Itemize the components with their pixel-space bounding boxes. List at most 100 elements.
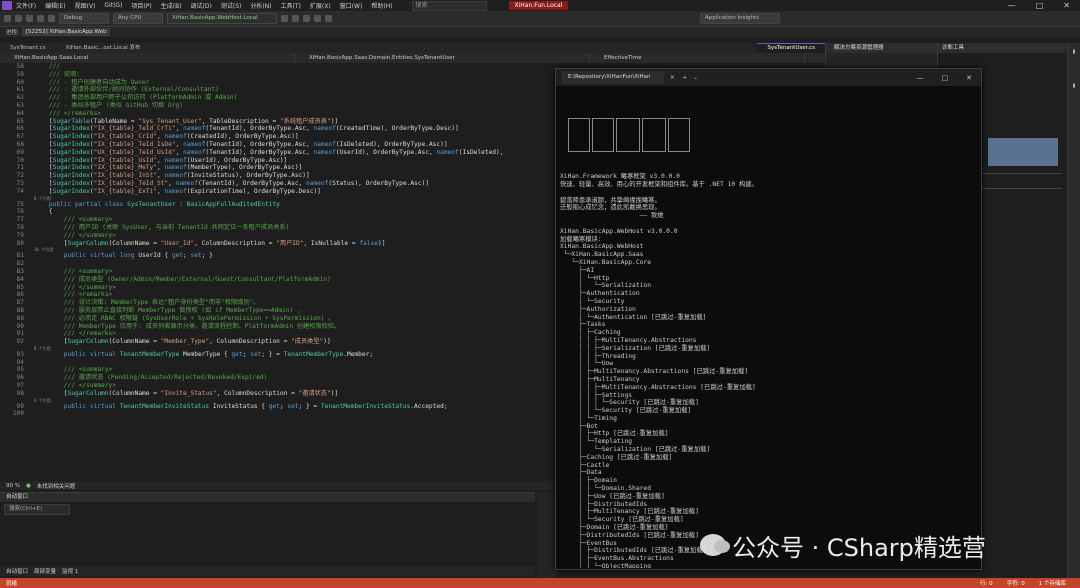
code-line[interactable]: 98 [SugarColumn(ColumnName = "Invite_Sta… — [0, 390, 555, 398]
close-tab-icon[interactable]: ✕ — [670, 75, 675, 81]
close-icon[interactable]: ✕ — [1063, 1, 1070, 10]
menu-item-build[interactable]: 生成(B) — [161, 1, 182, 10]
code-line[interactable]: 81 public virtual long UserId { get; set… — [0, 252, 555, 260]
tab-systenantuser[interactable]: SysTenantUser.cs — [757, 43, 825, 53]
menu-item-window[interactable]: 窗口(W) — [340, 1, 363, 10]
menu-item-test[interactable]: 测试(S) — [221, 1, 242, 10]
code-line[interactable]: 76 { — [0, 208, 555, 216]
code-line[interactable]: 96 /// 邀请状态 (Pending/Accepted/Rejected/R… — [0, 374, 555, 382]
application-insights-button[interactable]: Application Insights — [700, 13, 780, 24]
member-dropdown[interactable]: EffectiveTime — [590, 53, 805, 63]
code-line[interactable]: 90 /// MemberType 仅用于: 成员列表展示分类、邀请流程控制、P… — [0, 323, 555, 331]
code-line[interactable]: 94 — [0, 359, 555, 367]
code-line[interactable]: 84 /// 成员类型 (Owner/Admin/Member/External… — [0, 276, 555, 284]
code-line[interactable]: 97 /// </summary> — [0, 382, 555, 390]
status-repo[interactable]: 1 个存储库 — [1039, 579, 1066, 587]
startup-project-button[interactable]: XiHan.BasicApp.WebHost.Local — [167, 13, 277, 24]
zoom-level[interactable]: 90 % — [6, 483, 20, 489]
code-line[interactable]: 69 [SugarIndex("UX_{table}_TeId_UsId", n… — [0, 149, 555, 157]
code-line[interactable]: 87 /// 设计决策: MemberType 表达"租户身份类型"而非"权限级… — [0, 299, 555, 307]
code-token: TenantMemberType — [119, 350, 180, 358]
menu-item-extensions[interactable]: 扩展(X) — [310, 1, 331, 10]
code-line[interactable]: 78 /// 用户ID (关联 SysUser, 与当前 TenantId 共同… — [0, 224, 555, 232]
menu-item-file[interactable]: 文件(F) — [16, 1, 36, 10]
maximize-icon[interactable]: □ — [1036, 1, 1044, 10]
project-dropdown[interactable]: XiHan.BasicApp.Saas.Local — [0, 53, 295, 63]
vertical-tab-1[interactable]: ▮ — [1071, 49, 1077, 55]
code-line[interactable]: 75 public partial class SysTenantUser : … — [0, 201, 555, 209]
code-line[interactable]: 85 /// </summary> — [0, 284, 555, 292]
code-line[interactable]: 91 /// </remarks> — [0, 330, 555, 338]
code-line[interactable]: 64 /// </remarks> — [0, 110, 555, 118]
code-line[interactable]: 71 [SugarIndex("IX_{table}_MeTy", nameof… — [0, 164, 555, 172]
config-dropdown[interactable]: Debug — [59, 13, 109, 24]
code-line[interactable]: 74 [SugarIndex("IX_{table}_ExTi", nameof… — [0, 188, 555, 196]
code-token: (CreatedTime), OrderByType.Desc)] — [335, 125, 459, 133]
code-line[interactable]: 82 — [0, 260, 555, 268]
search-box[interactable]: 搜索 — [411, 0, 487, 11]
code-line[interactable]: 70 [SugarIndex("IX_{table}_UsId", nameof… — [0, 157, 555, 165]
code-line[interactable]: 77 /// <summary> — [0, 216, 555, 224]
menu-item-project[interactable]: 项目(P) — [131, 1, 151, 10]
tab-locals[interactable]: 局部变量 — [34, 567, 56, 575]
code-line[interactable]: 80 [SugarColumn(ColumnName = "User_Id", … — [0, 240, 555, 248]
menu-item-analyze[interactable]: 分析(N) — [250, 1, 271, 10]
minimize-icon[interactable]: — — [1008, 1, 1016, 10]
code-line[interactable]: 100 — [0, 410, 555, 418]
autos-search-input[interactable]: 搜索(Ctrl+E) — [4, 504, 70, 515]
menu-item-view[interactable]: 视图(V) — [75, 1, 96, 10]
menu-item-git[interactable]: Git(G) — [104, 2, 122, 9]
back-icon[interactable] — [4, 15, 11, 22]
process-dropdown[interactable]: [52252] XiHan.BasicApp.Web — [21, 28, 111, 36]
menu-item-edit[interactable]: 编辑(E) — [45, 1, 65, 10]
code-line[interactable]: 83 /// <summary> — [0, 268, 555, 276]
code-line[interactable]: 99 public virtual TenantMemberInviteStat… — [0, 403, 555, 411]
pause-icon[interactable] — [281, 15, 288, 22]
code-editor[interactable]: 58 ///59 /// 说明: 60 /// - 租户创建者自动成为 Owner… — [0, 63, 555, 481]
chevron-down-icon[interactable]: ⌄ — [693, 75, 698, 81]
terminal-close-icon[interactable]: ✕ — [966, 74, 972, 82]
stop-icon[interactable] — [292, 15, 299, 22]
tab-systenant[interactable]: SysTenant.cs — [0, 44, 56, 53]
code-line[interactable]: 66 [SugarIndex("IX_{table}_TeId_CrTi", n… — [0, 125, 555, 133]
menu-item-debug[interactable]: 调试(D) — [191, 1, 212, 10]
forward-icon[interactable] — [15, 15, 22, 22]
code-line[interactable]: 93 public virtual TenantMemberType Membe… — [0, 351, 555, 359]
code-line[interactable]: 86 /// <remarks> — [0, 291, 555, 299]
code-line[interactable]: 88 /// 服务层禁止直接判断 MemberType 做授权 (如 if Me… — [0, 307, 555, 315]
tab-watch[interactable]: 监视 1 — [62, 567, 78, 575]
new-tab-icon[interactable]: + — [683, 75, 688, 81]
code-line[interactable]: 79 /// </summary> — [0, 232, 555, 240]
line-number: 72 — [16, 172, 24, 180]
class-dropdown[interactable]: XiHan.BasicApp.Saas.Domain.Entities.SysT… — [295, 53, 590, 63]
tab-autos[interactable]: 自动窗口 — [6, 567, 28, 575]
terminal-output[interactable]: XiHan.Framework 曦寒框架 v3.0.0.0 快速、轻量、高效、用心… — [556, 86, 981, 568]
save-icon[interactable] — [26, 15, 33, 22]
code-line[interactable]: 72 [SugarIndex("IX_{table}_InSt", nameof… — [0, 172, 555, 180]
redo-icon[interactable] — [48, 15, 55, 22]
code-line[interactable]: 62 /// - 集团总部用户跨子公司访问 (PlatformAdmin 或 A… — [0, 94, 555, 102]
code-line[interactable]: 59 /// 说明: — [0, 71, 555, 79]
step-over-icon[interactable] — [314, 15, 321, 22]
code-line[interactable]: 65 [SugarTable(TableName = "Sys_Tenant_U… — [0, 118, 555, 126]
undo-icon[interactable] — [37, 15, 44, 22]
terminal-minimize-icon[interactable]: — — [917, 74, 924, 82]
restart-icon[interactable] — [303, 15, 310, 22]
code-line[interactable]: 92 [SugarColumn(ColumnName = "Member_Typ… — [0, 338, 555, 346]
vertical-tab-2[interactable]: ▮ — [1071, 83, 1077, 89]
code-token: SugarTable — [52, 117, 90, 125]
terminal-maximize-icon[interactable]: □ — [942, 74, 949, 82]
menu-item-help[interactable]: 帮助(H) — [371, 1, 392, 10]
menu-item-tools[interactable]: 工具(T) — [281, 1, 301, 10]
step-into-icon[interactable] — [325, 15, 332, 22]
code-token: false — [359, 239, 378, 247]
code-line[interactable]: 89 /// 必须走 RBAC 权限链 (SysUserRole + SysRo… — [0, 315, 555, 323]
terminal-tab[interactable]: E:\Repository\XiHanFun\XiHan — [562, 71, 664, 84]
platform-dropdown[interactable]: Any CPU — [113, 13, 163, 24]
tab-publish[interactable]: XiHan.Basic...ost.Local 发布 — [56, 44, 151, 53]
code-line[interactable]: 73 [SugarIndex("IX_{table}_TeId_St", nam… — [0, 180, 555, 188]
code-line[interactable]: 67 [SugarIndex("IX_{table}_CrId", nameof… — [0, 133, 555, 141]
code-line[interactable]: 58 /// — [0, 63, 555, 71]
code-line[interactable]: 68 [SugarIndex("IX_{table}_TeId_IsDe", n… — [0, 141, 555, 149]
code-line[interactable]: 63 /// - 类似多租户 (类似 GitHub 切换 Org) — [0, 102, 555, 110]
